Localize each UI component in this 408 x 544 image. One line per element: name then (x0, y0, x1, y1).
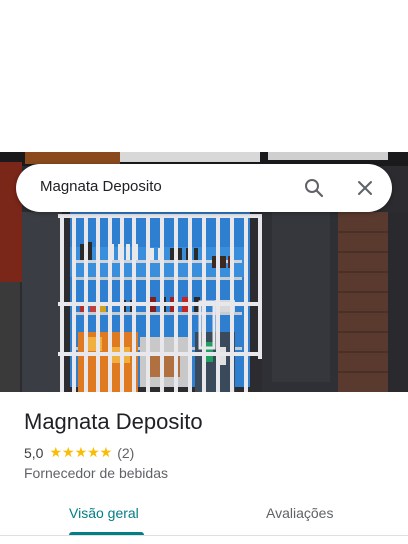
review-count[interactable]: (2) (117, 445, 134, 461)
search-icon[interactable] (302, 176, 326, 200)
close-icon[interactable] (353, 176, 377, 200)
rating-row[interactable]: 5,0 ★★★★★ (2) (24, 444, 134, 461)
search-input[interactable]: Magnata Deposito (40, 178, 162, 195)
place-category[interactable]: Fornecedor de bebidas (24, 465, 168, 481)
place-title: Magnata Deposito (24, 409, 203, 434)
star-rating-icon: ★★★★★ (49, 444, 113, 460)
tab-reviews[interactable]: Avaliações (266, 505, 333, 521)
tab-divider (0, 535, 408, 536)
rating-value: 5,0 (24, 444, 44, 461)
tab-overview[interactable]: Visão geral (69, 505, 139, 521)
search-bar[interactable]: Magnata Deposito (16, 164, 392, 212)
